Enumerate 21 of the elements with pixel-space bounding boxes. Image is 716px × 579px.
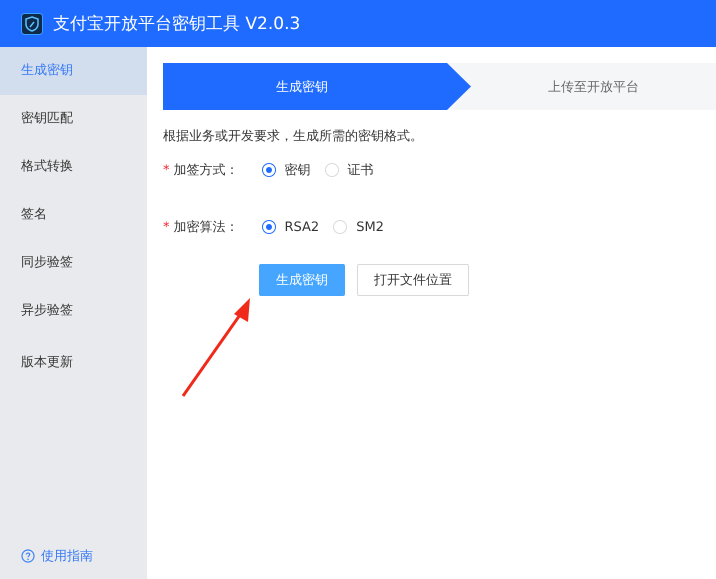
radio-label[interactable]: 证书 (348, 161, 374, 179)
field-label: 加签方式： (174, 162, 240, 179)
sidebar-item[interactable]: 密钥匹配 (0, 95, 147, 143)
sidebar-item[interactable]: 签名 (0, 191, 147, 239)
radio-button[interactable] (262, 163, 276, 177)
radio-label[interactable]: 密钥 (284, 161, 310, 179)
sidebar-item[interactable]: 异步验签 (0, 287, 147, 335)
sidebar-item[interactable]: 版本更新 (0, 339, 147, 387)
radio-label[interactable]: RSA2 (284, 220, 320, 234)
sidebar-item[interactable]: 同步验签 (0, 239, 147, 287)
field-label: 加密算法： (174, 219, 240, 236)
sidebar-item[interactable]: 格式转换 (0, 143, 147, 191)
open-folder-button[interactable]: 打开文件位置 (357, 264, 469, 296)
radio-label[interactable]: SM2 (356, 220, 384, 234)
window-title: 支付宝开放平台密钥工具 V2.0.3 (53, 13, 300, 35)
required-mark: * (163, 162, 170, 178)
help-icon (21, 549, 35, 563)
required-mark: * (163, 220, 170, 234)
description-text: 根据业务或开发要求，生成所需的密钥格式。 (163, 128, 424, 145)
radio-button[interactable] (262, 220, 276, 234)
shield-logo-icon (21, 12, 43, 34)
